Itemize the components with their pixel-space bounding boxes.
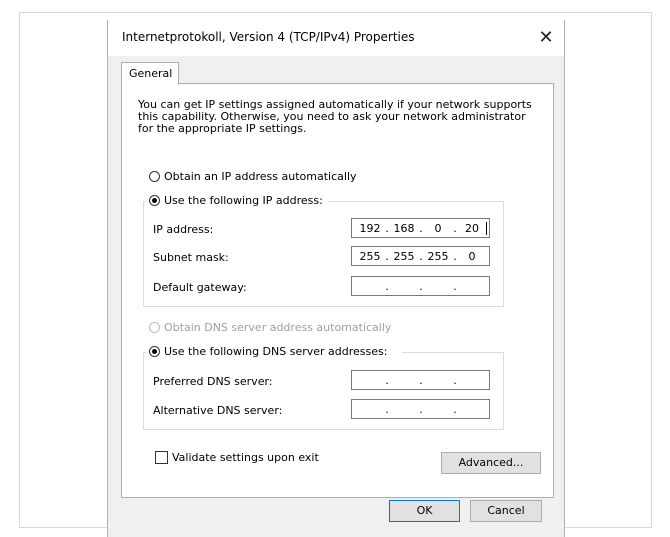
validate-settings-checkbox[interactable] bbox=[155, 451, 168, 464]
preferred-dns-field[interactable]: ... bbox=[351, 370, 490, 390]
ip-address-label: IP address: bbox=[153, 223, 214, 236]
alternative-dns-label: Alternative DNS server: bbox=[153, 404, 283, 417]
use-following-ip-label[interactable]: Use the following IP address: bbox=[164, 194, 323, 207]
validate-settings-label[interactable]: Validate settings upon exit bbox=[172, 451, 319, 464]
subnet-mask-label: Subnet mask: bbox=[153, 251, 229, 264]
cancel-button[interactable]: Cancel bbox=[470, 500, 542, 522]
use-following-dns-radio[interactable] bbox=[149, 346, 160, 357]
alternative-dns-field[interactable]: ... bbox=[351, 399, 490, 419]
text-caret bbox=[486, 221, 487, 235]
close-icon[interactable]: ✕ bbox=[533, 25, 559, 51]
obtain-ip-auto-label[interactable]: Obtain an IP address automatically bbox=[164, 170, 357, 183]
obtain-ip-auto-radio[interactable] bbox=[149, 171, 160, 182]
description-text: You can get IP settings assigned automat… bbox=[138, 98, 532, 135]
obtain-dns-auto-radio bbox=[149, 322, 160, 333]
title-bar: Internetprotokoll, Version 4 (TCP/IPv4) … bbox=[108, 20, 564, 56]
advanced-button[interactable]: Advanced... bbox=[441, 452, 541, 474]
preferred-dns-label: Preferred DNS server: bbox=[153, 375, 273, 388]
window-title: Internetprotokoll, Version 4 (TCP/IPv4) … bbox=[122, 30, 415, 44]
subnet-mask-field[interactable]: 255. 255. 255. 0 bbox=[351, 246, 490, 266]
ip-address-field[interactable]: 192. 168. 0. 20 bbox=[351, 218, 490, 238]
tab-general[interactable]: General bbox=[121, 62, 179, 85]
ok-button[interactable]: OK bbox=[389, 500, 460, 522]
obtain-dns-auto-label: Obtain DNS server address automatically bbox=[164, 321, 392, 334]
default-gateway-field[interactable]: ... bbox=[351, 276, 490, 296]
use-following-dns-label[interactable]: Use the following DNS server addresses: bbox=[164, 345, 387, 358]
default-gateway-label: Default gateway: bbox=[153, 281, 247, 294]
use-following-ip-radio[interactable] bbox=[149, 195, 160, 206]
tab-general-label: General bbox=[129, 67, 173, 80]
